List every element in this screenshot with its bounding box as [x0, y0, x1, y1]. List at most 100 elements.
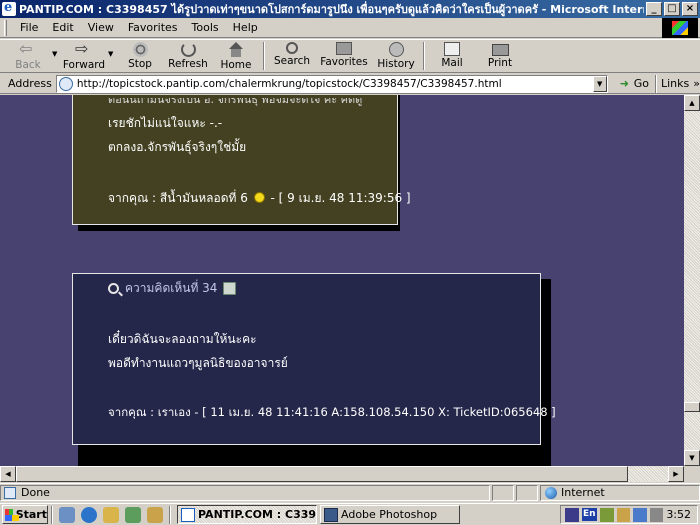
refresh-icon: [180, 42, 196, 57]
search-label: Search: [273, 55, 311, 67]
links-chevron-icon[interactable]: »: [693, 77, 700, 90]
show-desktop-icon[interactable]: [59, 506, 75, 523]
security-zone[interactable]: Internet: [540, 484, 700, 501]
comment-footer: จากคุณ : สีน้ำมันหลอดที่ 6 - [ 9 เม.ย. 4…: [108, 189, 411, 208]
back-button[interactable]: Back: [4, 39, 52, 72]
mail-button[interactable]: Mail: [428, 40, 476, 72]
comment-text-line: ตกลงอ.จักรพันธุ์จริงๆใช่มั้ย: [108, 140, 247, 154]
window-title: PANTIP.COM : C3398457 ได้รูปวาดเท่าๆขนาด…: [19, 3, 644, 16]
scroll-down-icon[interactable]: ▼: [684, 450, 700, 466]
mail-icon: [444, 42, 460, 56]
outlook-quicklaunch-icon[interactable]: [103, 506, 119, 523]
scrollbar-corner: [684, 466, 700, 482]
comment-text-line: เดี๋ยวดิฉันจะลองถามให้นะคะ: [108, 332, 257, 346]
globe-icon: [545, 486, 557, 499]
close-button[interactable]: ×: [682, 2, 698, 16]
horizontal-scrollbar[interactable]: ◀ ▶: [0, 466, 684, 482]
tray-app-icon[interactable]: [633, 507, 647, 522]
task-button-photoshop[interactable]: Adobe Photoshop: [320, 505, 460, 524]
comment-timestamp: - [ 9 เม.ย. 48 11:39:56 ]: [270, 191, 411, 205]
menu-favorites[interactable]: Favorites: [121, 21, 185, 34]
taskbar-separator: [51, 505, 53, 524]
title-bar: PANTIP.COM : C3398457 ได้รูปวาดเท่าๆขนาด…: [0, 0, 700, 18]
trash-icon[interactable]: [223, 282, 237, 295]
scroll-right-icon[interactable]: ▶: [668, 466, 684, 482]
stop-button[interactable]: Stop: [116, 40, 164, 72]
comment-text-line: พอดีทำงานแถวๆมูลนิธิของอาจารย์: [108, 356, 288, 370]
page-viewport: ต้อนนี้ถ้ามันจริงเป็น อ. จักรพันธุ์ พ่อจ…: [0, 95, 684, 466]
vertical-scrollbar[interactable]: ▲ ▼: [684, 95, 700, 466]
go-arrow-icon: ➜: [619, 76, 629, 90]
windows-logo-icon: [5, 508, 19, 521]
language-indicator[interactable]: En: [581, 508, 598, 521]
menu-file[interactable]: File: [13, 21, 45, 34]
maximize-button[interactable]: □: [664, 2, 680, 16]
print-button[interactable]: Print: [476, 40, 524, 72]
ie-icon[interactable]: [2, 0, 16, 16]
status-cell: [492, 484, 514, 501]
task-label: PANTIP.COM : C3398...: [198, 508, 317, 521]
refresh-label: Refresh: [168, 58, 208, 70]
page-icon: [58, 76, 73, 91]
app-quicklaunch-icon[interactable]: [125, 506, 141, 523]
status-text: Done: [21, 486, 50, 499]
stop-icon: [132, 42, 148, 57]
scroll-up-icon[interactable]: ▲: [684, 95, 700, 111]
windows-throbber: [662, 18, 698, 38]
menu-help[interactable]: Help: [226, 21, 265, 34]
links-button[interactable]: Links: [657, 77, 693, 90]
volume-icon[interactable]: [649, 507, 664, 522]
address-bar: Address http://topicstock.pantip.com/cha…: [0, 74, 700, 94]
comment-heading: ความคิดเห็นที่ 34: [108, 279, 237, 298]
scroll-left-icon[interactable]: ◀: [0, 466, 16, 482]
menu-tools[interactable]: Tools: [185, 21, 226, 34]
go-button[interactable]: ➜ Go: [614, 77, 655, 90]
refresh-button[interactable]: Refresh: [164, 40, 212, 72]
magnifier-icon: [108, 283, 119, 294]
address-dropdown-icon[interactable]: ▼: [592, 75, 607, 92]
print-label: Print: [487, 57, 513, 69]
minimize-button[interactable]: _: [646, 2, 662, 16]
toolbar-separator: [263, 42, 265, 70]
comment-author: จากคุณ : สีน้ำมันหลอดที่ 6: [108, 191, 248, 205]
vertical-scroll-thumb[interactable]: [684, 402, 700, 412]
comment-number: ความคิดเห็นที่ 34: [125, 281, 218, 295]
forward-button[interactable]: Forward: [60, 39, 108, 72]
taskbar-separator: [169, 505, 171, 524]
status-cell: [516, 484, 538, 501]
menu-edit[interactable]: Edit: [45, 21, 80, 34]
comment-card: ความคิดเห็นที่ 34 เดี๋ยวดิฉันจะลองถามให้…: [72, 273, 556, 445]
ie-icon: [181, 507, 195, 522]
tray-app-icon[interactable]: [616, 507, 631, 522]
forward-label: Forward: [62, 59, 106, 71]
history-label: History: [377, 58, 415, 70]
tray-app-icon[interactable]: [565, 507, 579, 522]
comment-text-line: เรยชักไม่แน่ใจแหะ -.-: [108, 116, 223, 130]
menu-view[interactable]: View: [81, 21, 121, 34]
favorites-button[interactable]: Favorites: [316, 40, 372, 72]
home-label: Home: [220, 59, 252, 71]
back-dropdown-icon[interactable]: ▼: [52, 40, 60, 58]
tray-app-icon[interactable]: [600, 507, 614, 522]
address-url[interactable]: http://topicstock.pantip.com/chalermkrun…: [77, 78, 593, 90]
search-button[interactable]: Search: [268, 40, 316, 72]
page-done-icon: [4, 486, 16, 499]
home-button[interactable]: Home: [212, 40, 260, 72]
address-label: Address: [8, 77, 52, 90]
history-button[interactable]: History: [372, 40, 420, 72]
menu-grip[interactable]: [4, 19, 7, 36]
favorites-label: Favorites: [320, 56, 368, 68]
printer-icon: [491, 44, 509, 56]
app-quicklaunch-icon[interactable]: [147, 506, 163, 523]
smiley-icon: [253, 192, 265, 203]
horizontal-scroll-thumb[interactable]: [16, 466, 628, 482]
ie-quicklaunch-icon[interactable]: [81, 506, 97, 523]
address-input[interactable]: http://topicstock.pantip.com/chalermkrun…: [55, 74, 608, 93]
comment-card: ต้อนนี้ถ้ามันจริงเป็น อ. จักรพันธุ์ พ่อจ…: [72, 95, 411, 225]
forward-dropdown-icon[interactable]: ▼: [108, 40, 116, 58]
home-icon: [227, 42, 245, 58]
task-button-ie[interactable]: PANTIP.COM : C3398...: [177, 505, 317, 524]
start-button[interactable]: Start: [2, 505, 48, 524]
start-label: Start: [15, 508, 47, 521]
clock[interactable]: 3:52: [666, 508, 691, 521]
